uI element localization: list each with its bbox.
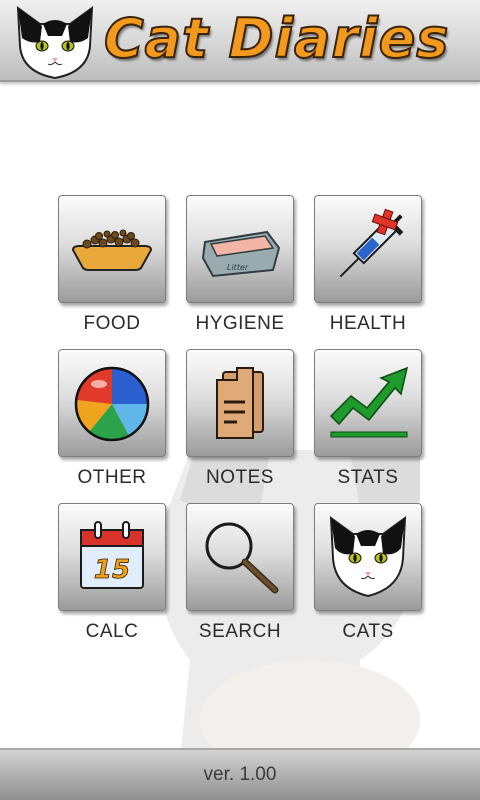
food-button[interactable] (58, 195, 166, 303)
hygiene-button[interactable]: Litter (186, 195, 294, 303)
menu-grid: FOOD Litter HYGIENE HEALTH OTHER NOTES S… (55, 195, 435, 655)
menu-label: FOOD (83, 313, 141, 334)
health-button[interactable] (314, 195, 422, 303)
menu-item-hygiene[interactable]: Litter HYGIENE (186, 195, 298, 345)
calendar-day: 15 (94, 555, 130, 585)
menu-item-health[interactable]: HEALTH (314, 195, 426, 345)
syringe-icon (339, 208, 404, 278)
other-button[interactable] (58, 349, 166, 457)
cat-face-icon (16, 5, 94, 80)
app-header: Cat Diaries (0, 0, 480, 82)
menu-label: SEARCH (198, 621, 282, 642)
litter-box-icon: Litter (201, 230, 281, 278)
stats-arrow-icon (329, 366, 409, 438)
cats-button[interactable] (314, 503, 422, 611)
menu-item-calc[interactable]: 15 CALC (58, 503, 170, 653)
litter-text: Litter (227, 263, 249, 272)
menu-label: HYGIENE (195, 313, 285, 334)
menu-label: NOTES (206, 467, 274, 488)
menu-label: HEALTH (329, 313, 407, 334)
menu-item-notes[interactable]: NOTES (186, 349, 298, 499)
cat-face-icon (329, 515, 407, 598)
menu-label: STATS (337, 467, 399, 488)
magnifier-icon (205, 522, 279, 594)
menu-item-stats[interactable]: STATS (314, 349, 426, 499)
app-title: Cat Diaries (103, 6, 450, 71)
menu-item-cats[interactable]: CATS (314, 503, 426, 653)
calendar-icon: 15 (80, 521, 144, 589)
footer-bar: ver. 1.00 (0, 748, 480, 800)
search-button[interactable] (186, 503, 294, 611)
stats-button[interactable] (314, 349, 422, 457)
notes-icon (216, 367, 264, 439)
menu-label: CALC (85, 621, 139, 642)
menu-label: CATS (342, 621, 394, 642)
food-bowl-icon (71, 229, 153, 271)
menu-item-food[interactable]: FOOD (58, 195, 170, 345)
menu-item-search[interactable]: SEARCH (186, 503, 298, 653)
version-text: ver. 1.00 (203, 764, 277, 785)
menu-item-other[interactable]: OTHER (58, 349, 170, 499)
calc-button[interactable]: 15 (58, 503, 166, 611)
ball-icon (74, 366, 150, 442)
menu-label: OTHER (77, 467, 147, 488)
notes-button[interactable] (186, 349, 294, 457)
